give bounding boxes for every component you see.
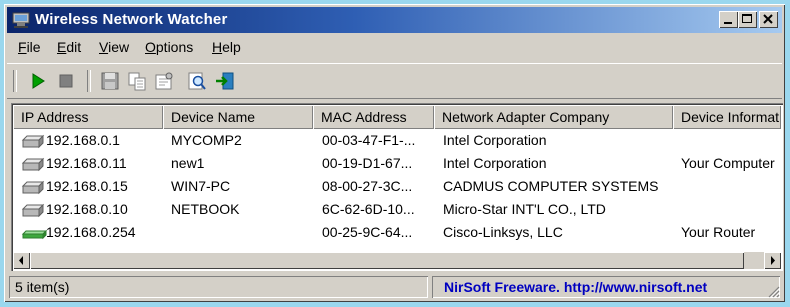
properties-icon[interactable] [153,70,175,92]
menu-options-accel: O [145,39,156,55]
app-icon [12,12,30,28]
menu-edit-accel: E [57,39,67,55]
cell-mac: 00-25-9C-64... [322,224,413,240]
cell-info: Your Computer [681,155,775,171]
menu-view-accel: V [99,39,109,55]
cell-ip: 192.168.0.11 [46,155,127,171]
menu-edit-label: dit [66,39,82,55]
menu-view-label: iew [108,39,130,55]
cell-company: Intel Corporation [443,155,547,171]
cell-device-name: NETBOOK [171,201,240,217]
cell-device-name: WIN7-PC [171,178,231,194]
cell-info: Your Router [681,224,756,240]
menu-file-label: ile [26,39,41,55]
computer-icon [21,203,45,218]
computer-icon [21,134,45,149]
status-bar: 5 item(s) NirSoft Freeware. http://www.n… [7,276,782,300]
menu-help-accel: H [212,39,223,55]
menu-options-label: ptions [155,39,194,55]
horizontal-scrollbar[interactable] [13,252,781,269]
scrollbar-thumb[interactable] [30,252,744,269]
copy-icon[interactable] [126,70,148,92]
menu-file[interactable]: File [18,39,41,55]
minimize-icon [724,22,732,24]
minimize-button[interactable] [719,11,738,28]
arrow-left-icon [19,256,23,265]
save-icon[interactable] [99,70,121,92]
router-icon [21,229,47,240]
cell-mac: 00-19-D1-67... [322,155,413,171]
close-button[interactable] [759,11,778,28]
maximize-icon [742,14,752,23]
resize-grip-icon[interactable] [766,284,780,298]
cell-company: Intel Corporation [443,132,547,148]
table-row[interactable]: 192.168.0.11 new1 00-19-D1-67... Intel C… [13,152,781,175]
list-header: IP Address Device Name MAC Address Netwo… [13,105,781,129]
column-mac-address[interactable]: MAC Address [313,105,434,129]
menu-help[interactable]: Help [212,39,241,55]
menu-file-accel: F [18,39,27,55]
cell-ip: 192.168.0.254 [46,224,136,240]
cell-mac: 00-03-47-F1-... [322,132,416,148]
close-icon [763,14,773,24]
table-row[interactable]: 192.168.0.1 MYCOMP2 00-03-47-F1-... Inte… [13,129,781,152]
menu-options[interactable]: Options [145,39,193,55]
cell-company: Cisco-Linksys, LLC [443,224,563,240]
menu-edit[interactable]: Edit [57,39,81,55]
computer-icon [21,180,45,195]
cell-company: CADMUS COMPUTER SYSTEMS [443,178,659,194]
column-device-name[interactable]: Device Name [163,105,313,129]
maximize-button[interactable] [738,11,757,28]
app-window: Wireless Network Watcher File Edit View … [4,4,785,302]
menu-bar: File Edit View Options Help [7,36,782,58]
column-adapter-company[interactable]: Network Adapter Company [434,105,673,129]
find-icon[interactable] [186,70,208,92]
cell-ip: 192.168.0.1 [46,132,120,148]
column-device-information[interactable]: Device Informat [673,105,781,129]
stop-icon[interactable] [55,70,77,92]
cell-device-name: new1 [171,155,205,171]
cell-device-name: MYCOMP2 [171,132,242,148]
column-ip-address[interactable]: IP Address [13,105,163,129]
toolbar-grip[interactable] [13,70,17,92]
table-row[interactable]: 192.168.0.10 NETBOOK 6C-62-6D-10... Micr… [13,198,781,221]
menu-view[interactable]: View [99,39,129,55]
device-list[interactable]: IP Address Device Name MAC Address Netwo… [11,103,783,271]
play-icon[interactable] [27,70,49,92]
status-item-count: 5 item(s) [9,276,428,298]
arrow-right-icon [771,256,775,265]
scroll-right-button[interactable] [764,252,781,269]
cell-mac: 08-00-27-3C... [322,178,413,194]
nirsoft-link[interactable]: NirSoft Freeware. http://www.nirsoft.net [432,276,780,298]
exit-icon[interactable] [214,70,236,92]
table-row[interactable]: 192.168.0.15 WIN7-PC 08-00-27-3C... CADM… [13,175,781,198]
window-title: Wireless Network Watcher [35,11,228,28]
cell-mac: 6C-62-6D-10... [322,201,415,217]
menu-help-label: elp [222,39,241,55]
computer-icon [21,157,45,172]
toolbar-separator [87,70,91,92]
scroll-left-button[interactable] [13,252,30,269]
toolbar [7,63,782,99]
title-bar[interactable]: Wireless Network Watcher [7,7,782,33]
cell-company: Micro-Star INT'L CO., LTD [443,201,606,217]
table-row[interactable]: 192.168.0.254 00-25-9C-64... Cisco-Links… [13,221,781,244]
cell-ip: 192.168.0.15 [46,178,128,194]
cell-ip: 192.168.0.10 [46,201,128,217]
